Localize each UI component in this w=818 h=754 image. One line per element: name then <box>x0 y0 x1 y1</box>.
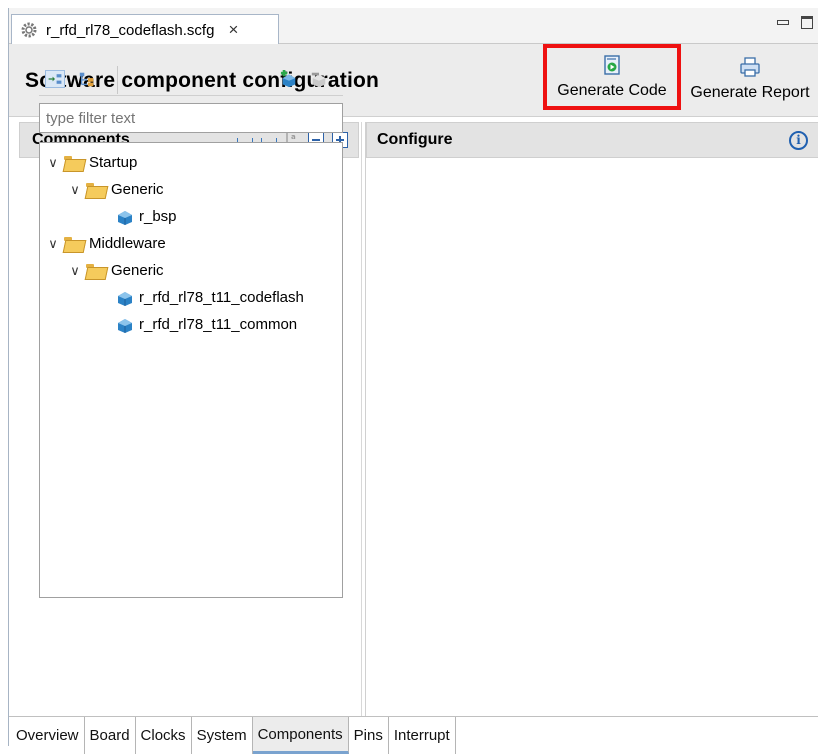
components-tree: ∨ Startup ∨ Generic r_bsp ∨ Middleware ∨ Generic… <box>39 142 343 598</box>
svg-text:a: a <box>291 133 296 141</box>
chevron-down-icon[interactable]: ∨ <box>68 263 82 279</box>
component-icon <box>116 316 134 334</box>
tree-node-label: r_rfd_rl78_t11_codeflash <box>139 289 304 306</box>
tree-node-label: Generic <box>111 181 164 198</box>
component-icon <box>116 289 134 307</box>
tree-node-label: r_bsp <box>139 208 177 225</box>
tab-components[interactable]: Components <box>252 717 349 754</box>
folder-open-icon <box>64 236 84 251</box>
tab-overview[interactable]: Overview <box>11 717 85 754</box>
configure-panel-header: Configure i <box>366 122 818 158</box>
components-mini-toolbar <box>39 66 343 96</box>
category-view-icon[interactable] <box>45 70 65 88</box>
chevron-down-icon[interactable]: ∨ <box>46 236 60 252</box>
info-icon[interactable]: i <box>789 131 808 150</box>
panel-divider[interactable] <box>361 122 362 722</box>
generate-code-label: Generate Code <box>557 82 667 99</box>
configure-panel: Configure i <box>365 122 818 722</box>
editor-tab-bar: r_rfd_rl78_codeflash.scfg × <box>9 8 818 45</box>
hierarchy-view-icon[interactable] <box>77 70 97 88</box>
maximize-icon[interactable] <box>801 16 813 29</box>
tree-folder[interactable]: ∨ Generic <box>40 257 342 284</box>
generate-code-button[interactable]: Generate Code <box>543 44 681 110</box>
filter-input[interactable] <box>39 103 343 133</box>
tab-pins[interactable]: Pins <box>349 717 389 754</box>
chevron-down-icon[interactable]: ∨ <box>46 155 60 171</box>
tree-folder[interactable]: ∨ Generic <box>40 176 342 203</box>
printer-icon <box>740 57 760 77</box>
tree-node-label: r_rfd_rl78_t11_common <box>139 316 298 333</box>
minimize-icon[interactable] <box>777 16 789 28</box>
generate-report-button[interactable]: Generate Report <box>681 52 818 110</box>
folder-open-icon <box>64 155 84 170</box>
gear-icon <box>21 22 37 38</box>
bottom-tab-bar: Overview Board Clocks System Components Pins I… <box>9 716 818 754</box>
tab-clocks[interactable]: Clocks <box>136 717 192 754</box>
generate-report-label: Generate Report <box>690 84 810 101</box>
close-icon[interactable]: × <box>228 20 238 40</box>
toolbar-separator <box>117 66 118 94</box>
folder-open-icon <box>86 182 106 197</box>
tree-folder[interactable]: ∨ Middleware <box>40 230 342 257</box>
tree-node-label: Startup <box>89 154 138 171</box>
tab-system[interactable]: System <box>192 717 253 754</box>
tree-component[interactable]: r_bsp <box>40 203 342 230</box>
generate-code-icon <box>604 55 620 75</box>
tab-board[interactable]: Board <box>85 717 136 754</box>
folder-open-icon <box>86 263 106 278</box>
remove-component-icon[interactable] <box>309 70 329 88</box>
add-component-icon[interactable] <box>279 70 299 88</box>
tree-component[interactable]: r_rfd_rl78_t11_codeflash <box>40 284 342 311</box>
editor-tab-title: r_rfd_rl78_codeflash.scfg <box>46 21 215 39</box>
tab-interrupt[interactable]: Interrupt <box>389 717 456 754</box>
configure-panel-title: Configure <box>377 131 453 148</box>
tree-folder[interactable]: ∨ Startup <box>40 149 342 176</box>
editor-tab[interactable]: r_rfd_rl78_codeflash.scfg × <box>11 14 279 45</box>
tree-node-label: Middleware <box>89 235 166 252</box>
chevron-down-icon[interactable]: ∨ <box>68 182 82 198</box>
tree-node-label: Generic <box>111 262 164 279</box>
component-icon <box>116 208 134 226</box>
editor-frame: r_rfd_rl78_codeflash.scfg × Software com… <box>8 8 818 754</box>
tree-component[interactable]: r_rfd_rl78_t11_common <box>40 311 342 338</box>
